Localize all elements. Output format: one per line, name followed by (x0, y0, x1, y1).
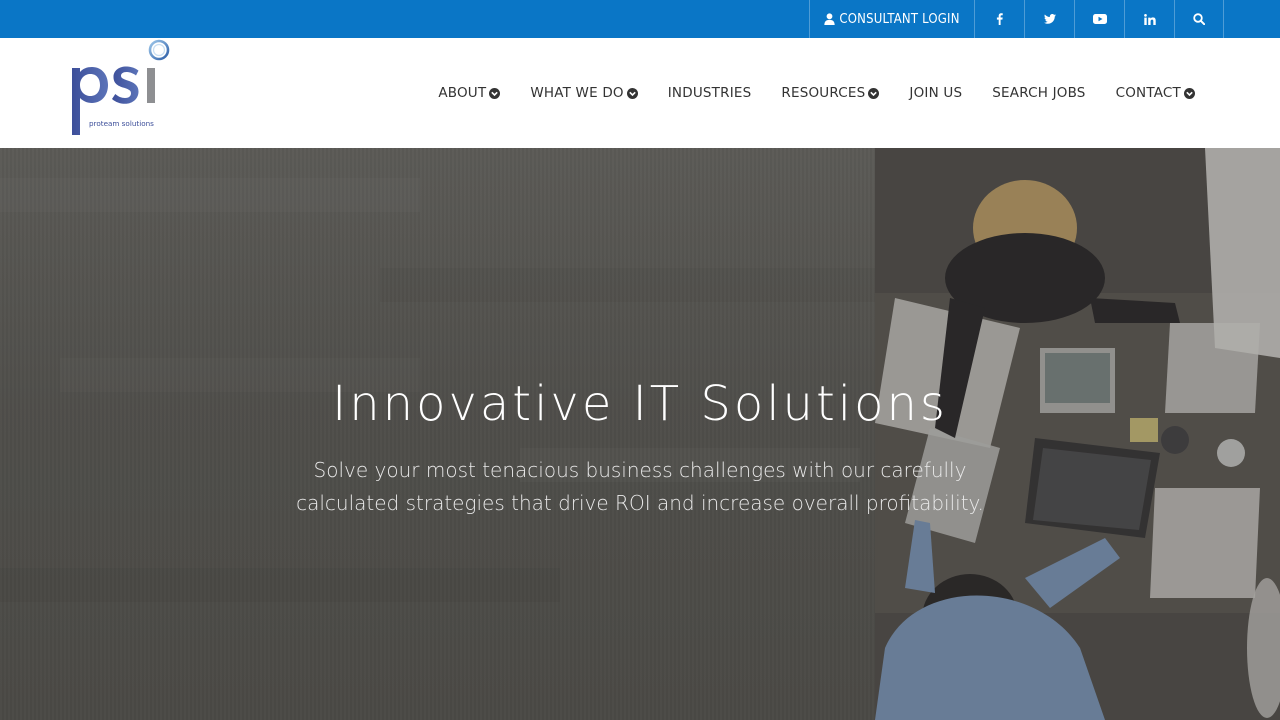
chevron-down-icon (1184, 87, 1195, 99)
hero-title: Innovative IT Solutions (332, 376, 948, 432)
meeting-photo (875, 148, 1280, 720)
logo-tagline: proteam solutions (89, 119, 154, 128)
nav-item-what-we-do[interactable]: WHAT WE DO (530, 85, 638, 101)
facebook-link[interactable] (974, 0, 1024, 38)
nav-item-contact[interactable]: CONTACT (1116, 85, 1195, 101)
nav-item-search-jobs[interactable]: SEARCH JOBS (992, 85, 1085, 101)
youtube-link[interactable] (1074, 0, 1124, 38)
consultant-login-link[interactable]: CONSULTANT LOGIN (809, 0, 974, 38)
wood-plank (380, 268, 880, 302)
chevron-down-icon (489, 87, 501, 99)
user-icon (824, 13, 836, 25)
nav-item-label: WHAT WE DO (530, 85, 624, 101)
linkedin-icon (1143, 13, 1156, 25)
nav-item-label: INDUSTRIES (667, 85, 752, 101)
nav-item-about[interactable]: ABOUT (438, 85, 501, 101)
wood-plank (0, 178, 420, 212)
hero-subtitle-line-1: Solve your most tenacious business chall… (313, 458, 967, 482)
chevron-down-icon (868, 87, 880, 99)
nav-item-industries[interactable]: INDUSTRIES (668, 85, 752, 101)
top-utility-bar: CONSULTANT LOGIN (0, 0, 1280, 38)
psi-logo-mark: proteam solutions (72, 39, 170, 135)
site-header: proteam solutions ABOUT WHAT WE DO INDUS… (0, 38, 1280, 148)
search-button[interactable] (1174, 0, 1224, 38)
youtube-icon (1092, 14, 1107, 24)
hero-subtitle: Solve your most tenacious business chall… (290, 454, 990, 520)
consultant-login-label: CONSULTANT LOGIN (839, 11, 960, 27)
nav-item-label: JOIN US (909, 85, 963, 101)
linkedin-link[interactable] (1124, 0, 1174, 38)
hero-subtitle-line-2: calculated strategies that drive ROI and… (296, 491, 984, 515)
wood-plank (0, 568, 560, 602)
nav-item-label: ABOUT (438, 85, 487, 101)
chevron-down-icon (626, 87, 638, 99)
nav-item-resources[interactable]: RESOURCES (781, 85, 880, 101)
search-icon (1193, 13, 1205, 25)
main-navigation: ABOUT WHAT WE DO INDUSTRIES RESOURCES JO… (408, 38, 1195, 148)
nav-item-label: RESOURCES (781, 85, 866, 101)
facebook-icon (996, 13, 1003, 25)
twitter-link[interactable] (1024, 0, 1074, 38)
nav-item-join-us[interactable]: JOIN US (909, 85, 962, 101)
nav-item-label: CONTACT (1115, 85, 1181, 101)
psi-logo[interactable]: proteam solutions (68, 38, 178, 138)
utility-links: CONSULTANT LOGIN (809, 0, 1224, 38)
hero-banner: Innovative IT Solutions Solve your most … (0, 148, 1280, 720)
nav-item-label: SEARCH JOBS (992, 85, 1086, 101)
twitter-icon (1043, 14, 1056, 24)
